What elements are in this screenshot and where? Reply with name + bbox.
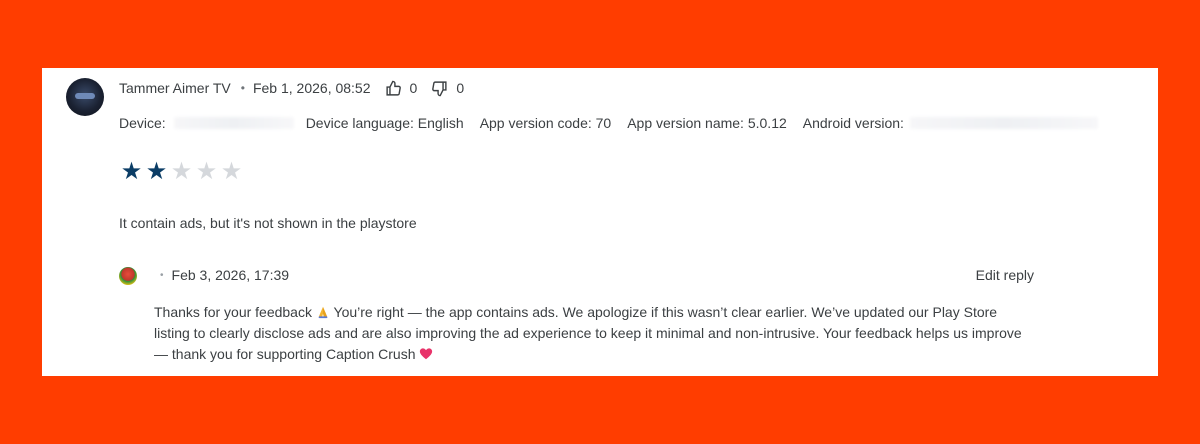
reply-text: Thanks for your feedback You’re right — …	[154, 302, 1034, 365]
reviewer-name: Tammer Aimer TV	[119, 80, 231, 96]
thumbs-up-count: 0	[409, 80, 418, 96]
review-text: It contain ads, but it's not shown in th…	[119, 215, 417, 231]
star-rating: ★ ★ ★ ★ ★	[119, 160, 244, 184]
thumbs-up-button[interactable]: 0	[385, 80, 418, 97]
thumbs-down-count: 0	[456, 80, 465, 96]
star-filled-icon: ★	[120, 158, 143, 185]
developer-avatar	[119, 267, 137, 285]
star-filled-icon: ★	[145, 158, 168, 185]
app-version-name: App version name: 5.0.12	[627, 115, 787, 131]
reviewer-avatar	[66, 78, 104, 116]
separator-dot: •	[160, 269, 164, 281]
reply-text-part1: Thanks for your feedback	[154, 304, 312, 320]
heart-icon	[420, 348, 433, 360]
thumbs-down-icon	[432, 80, 447, 96]
reply-header: • Feb 3, 2026, 17:39	[160, 267, 289, 283]
app-version-code: App version code: 70	[479, 115, 612, 131]
review-card: Tammer Aimer TV • Feb 1, 2026, 08:52 0 0…	[42, 68, 1158, 376]
review-date: Feb 1, 2026, 08:52	[252, 80, 371, 96]
star-empty-icon: ★	[170, 158, 193, 185]
device-label: Device:	[119, 115, 166, 131]
review-header: Tammer Aimer TV • Feb 1, 2026, 08:52 0 0	[119, 78, 464, 98]
android-version-redacted	[909, 117, 1098, 129]
device-value-redacted	[173, 117, 294, 129]
device-info-row: Device: Device language: English App ver…	[119, 115, 1098, 131]
android-version-label: Android version:	[802, 115, 904, 131]
reply-date: Feb 3, 2026, 17:39	[171, 267, 290, 283]
star-empty-icon: ★	[195, 158, 218, 185]
star-empty-icon: ★	[220, 158, 243, 185]
separator-dot: •	[240, 81, 245, 95]
device-language: Device language: English	[305, 115, 464, 131]
edit-reply-button[interactable]: Edit reply	[976, 267, 1034, 283]
thumbs-up-icon	[385, 80, 401, 96]
folded-hands-icon	[318, 306, 328, 319]
thumbs-down-button[interactable]: 0	[431, 80, 464, 97]
